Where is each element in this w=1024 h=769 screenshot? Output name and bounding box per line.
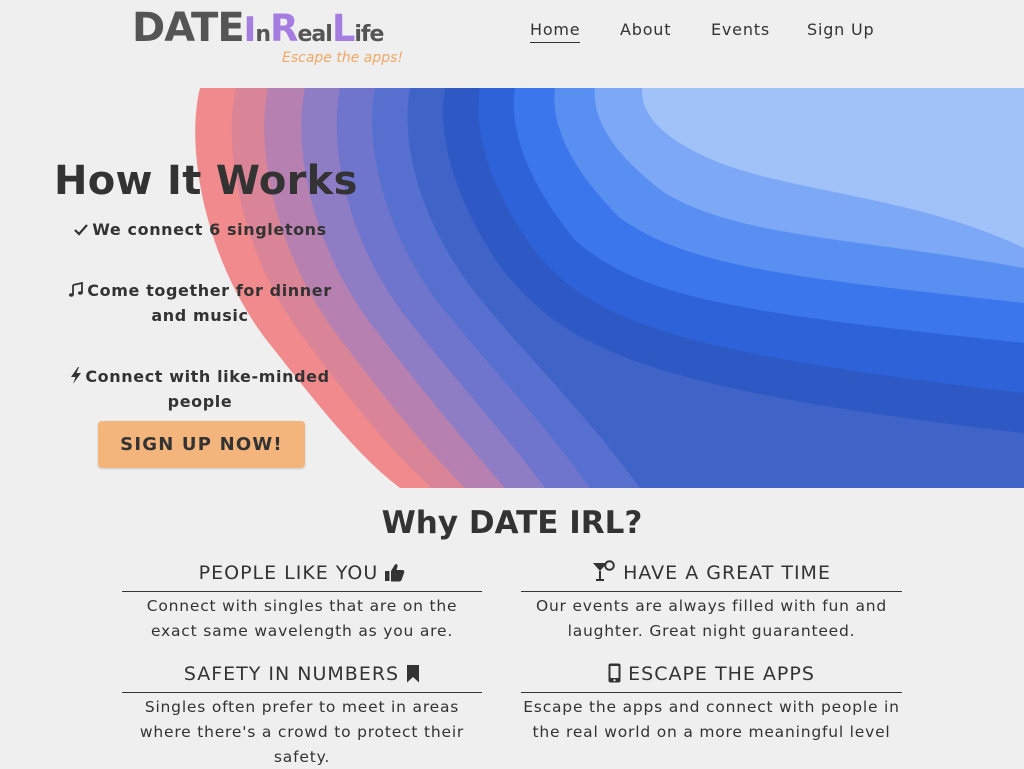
reason-card-people: PEOPLE LIKE YOU Connect with singles tha…: [122, 560, 482, 644]
card-heading-text: SAFETY IN NUMBERS: [183, 663, 400, 685]
why-section-title: Why DATE IRL?: [381, 505, 643, 541]
card-heading-text: ESCAPE THE APPS: [628, 663, 815, 685]
bookmark-icon: [407, 665, 420, 683]
music-note-icon: [69, 281, 84, 297]
thumbs-up-icon: [385, 564, 405, 582]
mobile-phone-icon: [608, 663, 621, 683]
nav-about[interactable]: About: [620, 20, 671, 42]
feature-like-minded: Connect with like-minded people: [50, 364, 350, 414]
card-body: Escape the apps and connect with people …: [523, 698, 900, 741]
reason-card-great-time: HAVE A GREAT TIME Our events are always …: [521, 560, 902, 644]
feature-together: Come together for dinner and music: [50, 278, 350, 328]
card-body: Our events are always filled with fun an…: [535, 597, 888, 640]
feature-text: Connect with like-minded people: [85, 367, 330, 411]
nav-events[interactable]: Events: [711, 20, 770, 42]
card-heading: ESCAPE THE APPS: [521, 661, 902, 693]
lightning-bolt-icon: [71, 367, 82, 384]
feature-text: Come together for dinner and music: [87, 281, 332, 325]
card-heading: PEOPLE LIKE YOU: [122, 560, 482, 592]
reason-card-escape: ESCAPE THE APPS Escape the apps and conn…: [521, 661, 902, 745]
logo-wordmark: DATEInRealLife: [132, 5, 384, 51]
checkmark-icon: [74, 224, 89, 236]
nav-home[interactable]: Home: [530, 20, 581, 43]
feature-text: We connect 6 singletons: [92, 220, 327, 239]
card-body: Singles often prefer to meet in areas wh…: [139, 698, 465, 766]
card-body: Connect with singles that are on the exa…: [146, 597, 458, 640]
card-heading: HAVE A GREAT TIME: [521, 560, 902, 592]
logo-tagline: Escape the apps!: [282, 50, 404, 66]
feature-connect: We connect 6 singletons: [50, 217, 350, 242]
hero-title: How It Works: [54, 158, 358, 204]
site-logo[interactable]: DATEInRealLife Escape the apps!: [132, 8, 422, 72]
nav-sign-up[interactable]: Sign Up: [807, 20, 874, 42]
sign-up-now-button[interactable]: SIGN UP NOW!: [98, 421, 305, 468]
card-heading-text: PEOPLE LIKE YOU: [198, 562, 379, 584]
card-heading-text: HAVE A GREAT TIME: [623, 562, 831, 584]
cocktail-glass-icon: [593, 560, 615, 581]
card-heading: SAFETY IN NUMBERS: [122, 661, 482, 693]
reason-card-safety: SAFETY IN NUMBERS Singles often prefer t…: [122, 661, 482, 769]
